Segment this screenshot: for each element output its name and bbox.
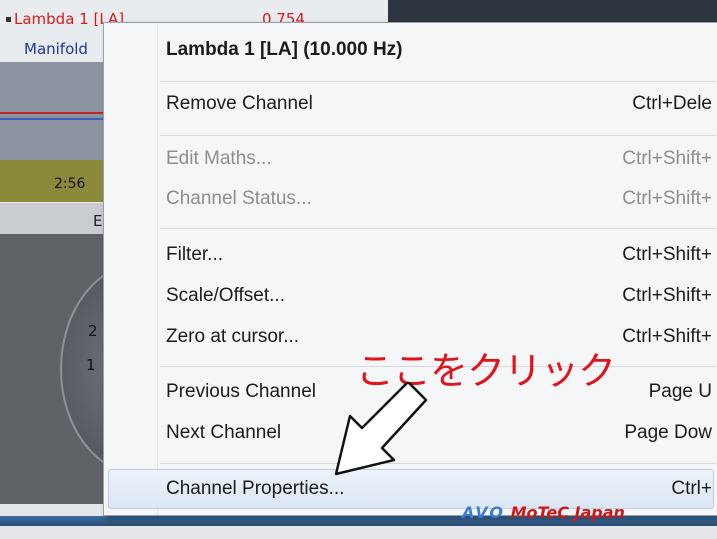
menu-item-label: Zero at cursor... xyxy=(166,326,300,347)
gauge-tick-label: 1 xyxy=(86,356,96,374)
menu-item-filter[interactable]: Filter... Ctrl+Shift+ xyxy=(104,236,717,274)
menu-item-shortcut: Ctrl+Dele xyxy=(632,93,712,114)
trace-lambda xyxy=(0,112,110,114)
trace-manifold xyxy=(0,118,110,120)
logo-avo: AVO xyxy=(462,503,505,522)
menu-separator xyxy=(160,228,716,229)
menu-item-label: Next Channel xyxy=(166,422,282,443)
menu-item-label: Edit Maths... xyxy=(166,148,272,169)
menu-item-channel-status: Channel Status... Ctrl+Shift+ xyxy=(104,180,717,218)
menu-item-edit-maths: Edit Maths... Ctrl+Shift+ xyxy=(104,140,717,178)
menu-item-remove-channel[interactable]: Remove Channel Ctrl+Dele xyxy=(104,85,717,123)
menu-separator xyxy=(160,81,716,82)
menu-header-label: Lambda 1 [LA] (10.000 Hz) xyxy=(166,39,403,60)
menu-item-label: Channel Status... xyxy=(166,188,312,209)
menu-item-scale-offset[interactable]: Scale/Offset... Ctrl+Shift+ xyxy=(104,277,717,315)
gauge-tick-label: 2 xyxy=(88,322,98,340)
menu-separator xyxy=(160,463,716,464)
menu-item-label: Remove Channel xyxy=(166,93,313,114)
menu-item-shortcut: Ctrl+Shift+ xyxy=(622,285,712,306)
menu-item-label: Channel Properties... xyxy=(166,478,345,499)
menu-item-shortcut: Ctrl+Shift+ xyxy=(622,244,712,265)
time-axis-label: 2:56 xyxy=(54,176,86,192)
menu-separator xyxy=(160,135,716,136)
menu-item-label: Previous Channel xyxy=(166,381,316,402)
menu-item-label: Scale/Offset... xyxy=(166,285,285,306)
menu-item-shortcut: Ctrl+Shift+ xyxy=(622,148,712,169)
legend-manifold[interactable]: Manifold xyxy=(24,40,88,58)
menu-item-shortcut: Ctrl+ xyxy=(671,478,712,499)
menu-item-shortcut: Page Dow xyxy=(624,422,712,443)
tab-label[interactable]: E xyxy=(93,212,102,230)
logo: AVO MoTeC Japan xyxy=(462,503,625,522)
arrow-icon xyxy=(334,382,428,476)
logo-motec: MoTeC Japan xyxy=(510,503,625,522)
menu-item-shortcut: Ctrl+Shift+ xyxy=(622,188,712,209)
menu-item-shortcut: Ctrl+Shift+ xyxy=(622,326,712,347)
menu-item-shortcut: Page U xyxy=(648,381,712,402)
menu-header: Lambda 1 [LA] (10.000 Hz) xyxy=(104,31,717,69)
menu-item-label: Filter... xyxy=(166,244,224,265)
